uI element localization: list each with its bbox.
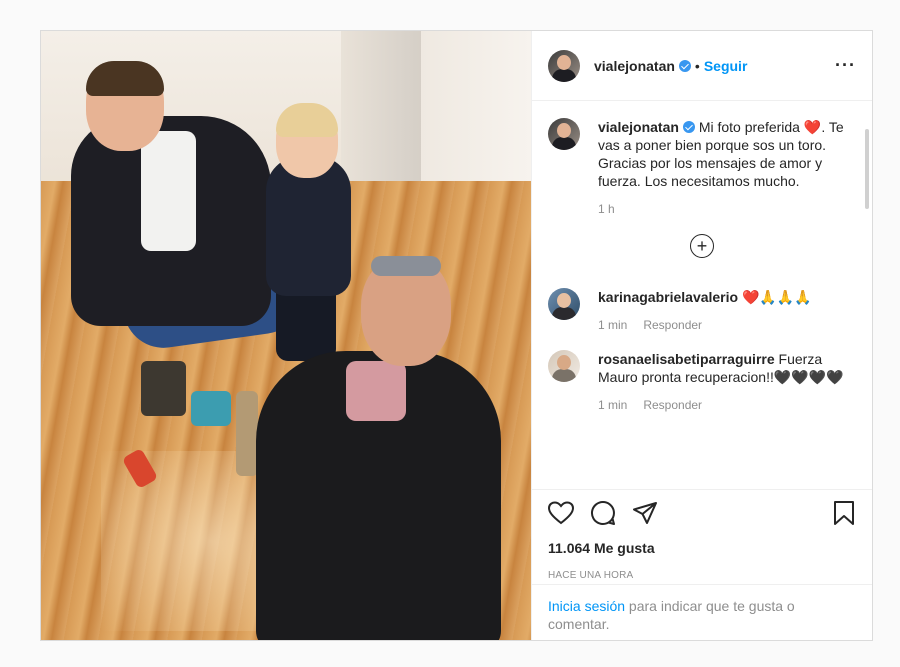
photo-grandfather-shirt [346,361,406,421]
caption-time: 1 h [598,202,615,216]
instagram-post: vialejonatan • Seguir ··· vialejonatan M… [40,30,873,641]
heart-icon[interactable] [547,500,575,530]
post-header: vialejonatan • Seguir ··· [532,31,872,101]
photo-toy [191,391,231,426]
load-more-comments: + [548,234,856,258]
photo-toy [236,391,258,476]
plus-circle-icon[interactable]: + [690,234,714,258]
post-photo[interactable] [41,31,531,640]
comment-item: karinagabrielavalerio ❤️🙏🙏🙏 1 min Respond… [548,288,856,334]
comments-scrollbar[interactable] [865,129,869,209]
comment-time: 1 min [598,398,628,412]
photo-man-shirt [141,131,196,251]
post-actions: 11.064 Me gusta Hace una hora [532,489,872,581]
likes-count[interactable]: 11.064 Me gusta [548,540,856,556]
comment-text: ❤️🙏🙏🙏 [741,289,812,305]
login-link[interactable]: Inicia sesión [548,598,625,614]
photo-grandfather-glasses [371,256,441,276]
comment-item: rosanaelisabetiparraguirre Fuerza Mauro … [548,350,856,414]
avatar[interactable] [548,288,580,320]
red-heart-emoji: ❤️ [803,119,822,135]
comments-list[interactable]: vialejonatan Mi foto preferida ❤️. Te va… [532,102,872,489]
caption-meta: 1 h [598,200,853,218]
post-side-panel: vialejonatan • Seguir ··· vialejonatan M… [531,31,872,640]
post-timestamp: Hace una hora [548,570,634,581]
caption-text-3: Gracias por los mensajes de amor y fuerz… [598,155,823,189]
action-icons-row [547,500,856,531]
avatar[interactable] [548,49,580,82]
reply-button[interactable]: Responder [643,318,702,332]
comment-username[interactable]: rosanaelisabetiparraguirre [598,351,775,367]
more-options-icon[interactable]: ··· [835,55,856,76]
caption: vialejonatan Mi foto preferida ❤️. Te va… [548,118,856,218]
reply-button[interactable]: Responder [643,398,702,412]
header-separator: • [694,57,700,74]
comment-time: 1 min [598,318,628,332]
comment-meta: 1 min Responder [598,316,853,334]
photo-man-hair [86,61,164,96]
avatar[interactable] [548,118,580,150]
caption-text-1: Mi foto preferida [698,119,804,135]
avatar[interactable] [548,350,580,382]
caption-username[interactable]: vialejonatan [598,119,679,135]
follow-button[interactable]: Seguir [704,58,748,74]
login-prompt: Inicia sesión para indicar que te gusta … [532,584,872,645]
header-username[interactable]: vialejonatan [594,58,675,74]
photo-toy [141,361,186,416]
verified-badge-icon [682,121,695,133]
comment-icon[interactable] [590,500,616,531]
comment-body: rosanaelisabetiparraguirre Fuerza Mauro … [598,350,853,414]
caption-body: vialejonatan Mi foto preferida ❤️. Te va… [598,118,853,218]
share-icon[interactable] [632,501,658,530]
verified-badge-icon [678,59,691,72]
comment-body: karinagabrielavalerio ❤️🙏🙏🙏 1 min Respond… [598,288,853,334]
comment-meta: 1 min Responder [598,396,853,414]
comment-username[interactable]: karinagabrielavalerio [598,289,738,305]
bookmark-icon[interactable] [832,500,856,531]
